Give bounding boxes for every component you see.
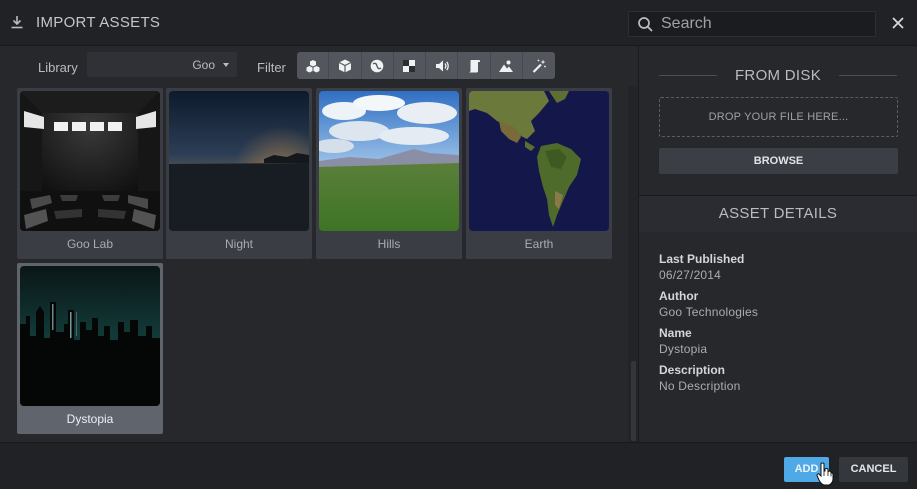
filter-all-button[interactable] bbox=[297, 52, 330, 79]
detail-key-last-published: Last Published bbox=[659, 252, 745, 266]
detail-key-name: Name bbox=[659, 326, 692, 340]
detail-value-last-published: 06/27/2014 bbox=[659, 268, 722, 282]
earth-thumbnail-image bbox=[469, 91, 609, 231]
asset-tile-night[interactable]: Night bbox=[166, 88, 312, 259]
script-icon bbox=[468, 59, 480, 72]
goo-lab-thumbnail-image bbox=[20, 91, 160, 231]
filter-textures-button[interactable] bbox=[394, 52, 426, 79]
search-icon bbox=[638, 17, 653, 32]
asset-tile-goo-lab[interactable]: Goo Lab bbox=[17, 88, 163, 259]
close-icon[interactable] bbox=[890, 15, 906, 31]
from-disk-title: FROM DISK bbox=[734, 67, 822, 84]
filter-label: Filter bbox=[257, 60, 286, 75]
detail-key-description: Description bbox=[659, 363, 726, 377]
asset-label: Night bbox=[224, 237, 253, 251]
asset-tile-hills[interactable]: Hills bbox=[316, 88, 462, 259]
browse-button[interactable]: BROWSE bbox=[659, 148, 898, 174]
asset-thumbnail bbox=[169, 91, 309, 231]
file-dropzone[interactable]: DROP YOUR FILE HERE... bbox=[659, 97, 898, 137]
detail-value-author: Goo Technologies bbox=[659, 305, 759, 319]
asset-thumbnail bbox=[319, 91, 459, 231]
asset-thumbnail bbox=[20, 266, 160, 406]
sphere-icon bbox=[370, 59, 384, 72]
dialog-header: IMPORT ASSETS bbox=[0, 0, 917, 46]
hills-thumbnail-image bbox=[319, 91, 459, 231]
texture-icon bbox=[403, 59, 416, 72]
asset-label: Goo Lab bbox=[66, 237, 114, 251]
search-input[interactable] bbox=[661, 14, 871, 34]
asset-tile-earth[interactable]: Earth bbox=[466, 88, 612, 259]
filter-toolbar: Library Goo Filter bbox=[0, 46, 638, 86]
asset-details-title: ASSET DETAILS bbox=[718, 205, 838, 222]
download-icon bbox=[11, 16, 23, 29]
asset-tile-dystopia[interactable]: Dystopia bbox=[17, 263, 163, 434]
grid-scrollbar[interactable] bbox=[628, 86, 638, 442]
filter-meshes-button[interactable] bbox=[329, 52, 362, 79]
detail-value-description: No Description bbox=[659, 379, 741, 393]
right-panel: FROM DISK DROP YOUR FILE HERE... BROWSE … bbox=[639, 46, 917, 442]
asset-thumbnail bbox=[469, 91, 609, 231]
sound-icon bbox=[435, 60, 449, 71]
hand-cursor-icon bbox=[816, 462, 834, 486]
detail-key-author: Author bbox=[659, 289, 699, 303]
filter-button-group bbox=[297, 52, 555, 79]
cancel-button[interactable]: CANCEL bbox=[839, 457, 908, 482]
dialog-title: IMPORT ASSETS bbox=[36, 14, 161, 31]
filter-materials-button[interactable] bbox=[362, 52, 394, 79]
filter-sounds-button[interactable] bbox=[426, 52, 459, 79]
all-assets-icon bbox=[306, 59, 320, 72]
chevron-down-icon bbox=[223, 63, 229, 67]
dialog-footer: ADD CANCEL bbox=[0, 442, 917, 489]
library-select[interactable]: Goo bbox=[87, 52, 237, 77]
library-select-value: Goo bbox=[192, 58, 215, 72]
skybox-icon bbox=[499, 60, 514, 72]
search-box[interactable] bbox=[628, 11, 876, 37]
library-label: Library bbox=[38, 60, 78, 75]
dystopia-thumbnail-image bbox=[20, 266, 160, 406]
detail-value-name: Dystopia bbox=[659, 342, 708, 356]
cube-icon bbox=[338, 59, 352, 72]
grid-scrollbar-thumb[interactable] bbox=[631, 361, 636, 441]
filter-skyboxes-button[interactable] bbox=[491, 52, 523, 79]
filter-scripts-button[interactable] bbox=[458, 52, 491, 79]
asset-thumbnail bbox=[20, 91, 160, 231]
asset-label: Hills bbox=[377, 237, 401, 251]
asset-grid: Goo Lab Night Hills Earth Dystopia bbox=[0, 86, 628, 442]
filter-effects-button[interactable] bbox=[523, 52, 555, 79]
asset-label: Dystopia bbox=[66, 412, 114, 426]
effects-wand-icon bbox=[532, 59, 546, 73]
asset-label: Earth bbox=[524, 237, 554, 251]
night-thumbnail-image bbox=[169, 91, 309, 231]
